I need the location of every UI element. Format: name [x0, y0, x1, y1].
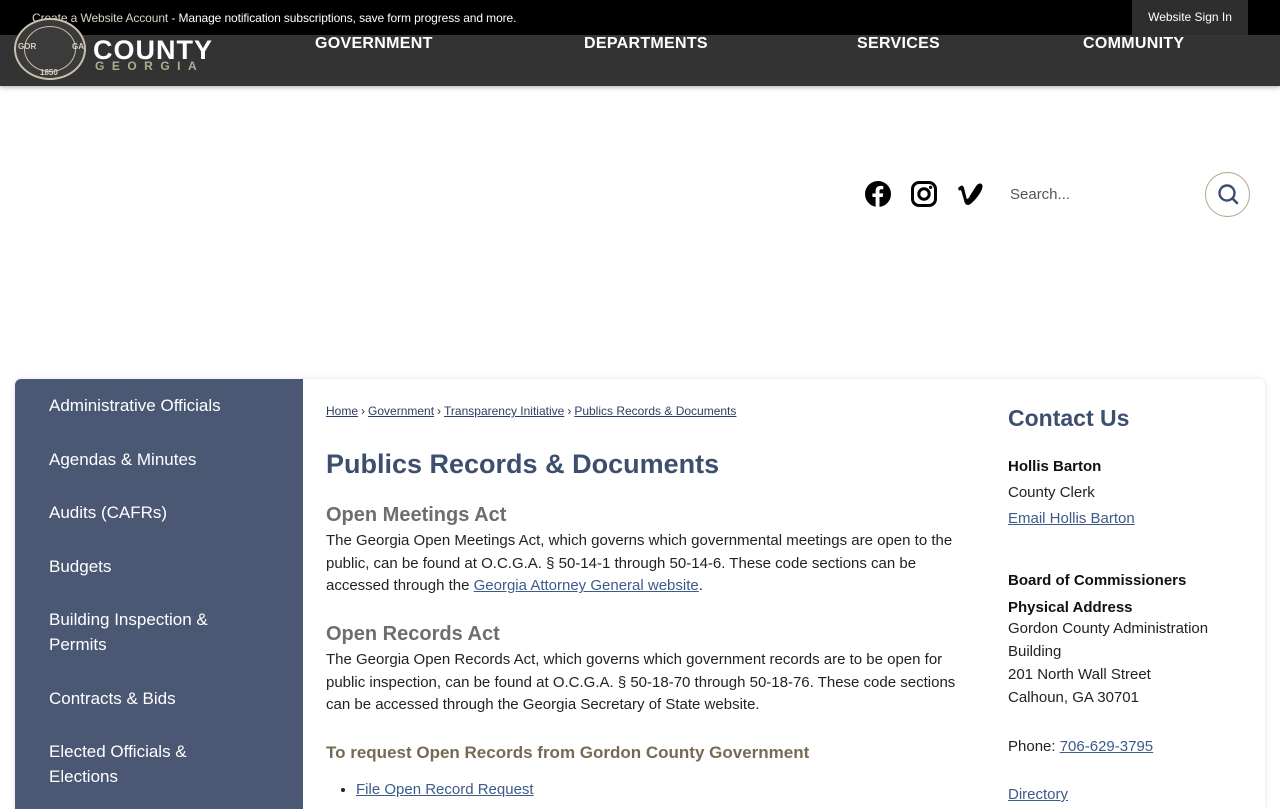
request-links-list: File Open Record Request [356, 781, 534, 798]
attorney-general-link[interactable]: Georgia Attorney General website [474, 577, 699, 594]
seal-year: 1850 [40, 68, 58, 77]
sidebar-nav: Administrative Officials Agendas & Minut… [15, 379, 303, 809]
notice-text: Create a Website Account - Manage notifi… [32, 11, 516, 25]
sidebar-item-agendas-minutes[interactable]: Agendas & Minutes [49, 447, 279, 472]
county-seal-logo[interactable]: GOR GA 1850 [14, 18, 86, 80]
directory-link[interactable]: Directory [1008, 786, 1068, 803]
nav-government[interactable]: GOVERNMENT [315, 35, 433, 52]
request-records-heading: To request Open Records from Gordon Coun… [326, 743, 810, 762]
list-item: File Open Record Request [356, 781, 534, 798]
search-input[interactable] [1000, 178, 1190, 210]
contact-role: County Clerk [1008, 484, 1095, 501]
notice-message: - Manage notification subscriptions, sav… [168, 11, 517, 25]
logo-state-text: GEORGIA [95, 59, 205, 73]
sidebar-item-audits[interactable]: Audits (CAFRs) [49, 500, 279, 525]
breadcrumb-government[interactable]: Government [368, 404, 434, 418]
file-open-record-request-link[interactable]: File Open Record Request [356, 781, 534, 798]
open-records-heading: Open Records Act [326, 623, 500, 645]
contact-org: Board of Commissioners [1008, 572, 1187, 589]
breadcrumb-transparency[interactable]: Transparency Initiative [444, 404, 564, 418]
nav-services[interactable]: SERVICES [857, 35, 940, 52]
open-records-text: The Georgia Open Records Act, which gove… [326, 651, 956, 714]
breadcrumb-separator: › [567, 404, 572, 418]
phone-link[interactable]: 706-629-3795 [1060, 738, 1153, 755]
notice-bar: Create a Website Account - Manage notifi… [0, 0, 1280, 35]
sidebar-item-elected-officials[interactable]: Elected Officials & Elections [49, 739, 209, 789]
contact-title: Contact Us [1008, 405, 1130, 431]
breadcrumb: Home › Government › Transparency Initiative ›… [326, 404, 736, 418]
website-sign-in-button[interactable]: Website Sign In [1132, 0, 1248, 35]
site-header: GOR GA 1850 COUNTY GEORGIA GOVERNMENT DE… [0, 18, 1280, 86]
sidebar-item-contracts-bids[interactable]: Contracts & Bids [49, 686, 279, 711]
open-meetings-text: The Georgia Open Meetings Act, which gov… [326, 530, 971, 598]
search-button[interactable] [1205, 172, 1250, 217]
address-line-1: Gordon County Administration [1008, 620, 1209, 637]
nav-departments[interactable]: DEPARTMENTS [584, 35, 708, 52]
sidebar-item-administrative-officials[interactable]: Administrative Officials [49, 393, 279, 418]
instagram-icon[interactable] [910, 180, 938, 208]
seal-text-right: GA [72, 42, 84, 51]
phone-label: Phone: [1008, 738, 1060, 755]
nav-community[interactable]: COMMUNITY [1083, 35, 1184, 52]
address-label: Physical Address [1008, 599, 1133, 616]
breadcrumb-home[interactable]: Home [326, 404, 358, 418]
address-line-2: Building [1008, 643, 1062, 660]
address-line-3: 201 North Wall Street [1008, 666, 1151, 683]
facebook-icon[interactable] [864, 180, 892, 208]
breadcrumb-current[interactable]: Publics Records & Documents [574, 404, 736, 418]
open-meetings-end: . [698, 577, 703, 595]
open-meetings-heading: Open Meetings Act [326, 504, 507, 526]
sidebar-item-budgets[interactable]: Budgets [49, 554, 279, 579]
vimeo-icon[interactable] [956, 180, 984, 208]
seal-text-left: GOR [18, 42, 37, 51]
phone-row: Phone: 706-629-3795 [1008, 735, 1153, 758]
breadcrumb-separator: › [437, 404, 442, 418]
contact-name: Hollis Barton [1008, 458, 1102, 475]
breadcrumb-separator: › [361, 404, 366, 418]
address-line-4: Calhoun, GA 30701 [1008, 689, 1139, 706]
content-card: Administrative Officials Agendas & Minut… [15, 379, 1265, 809]
email-contact-link[interactable]: Email Hollis Barton [1008, 510, 1135, 527]
sidebar-item-building-inspection[interactable]: Building Inspection & Permits [49, 607, 229, 657]
page-title: Publics Records & Documents [326, 449, 720, 479]
search-icon [1218, 184, 1239, 205]
